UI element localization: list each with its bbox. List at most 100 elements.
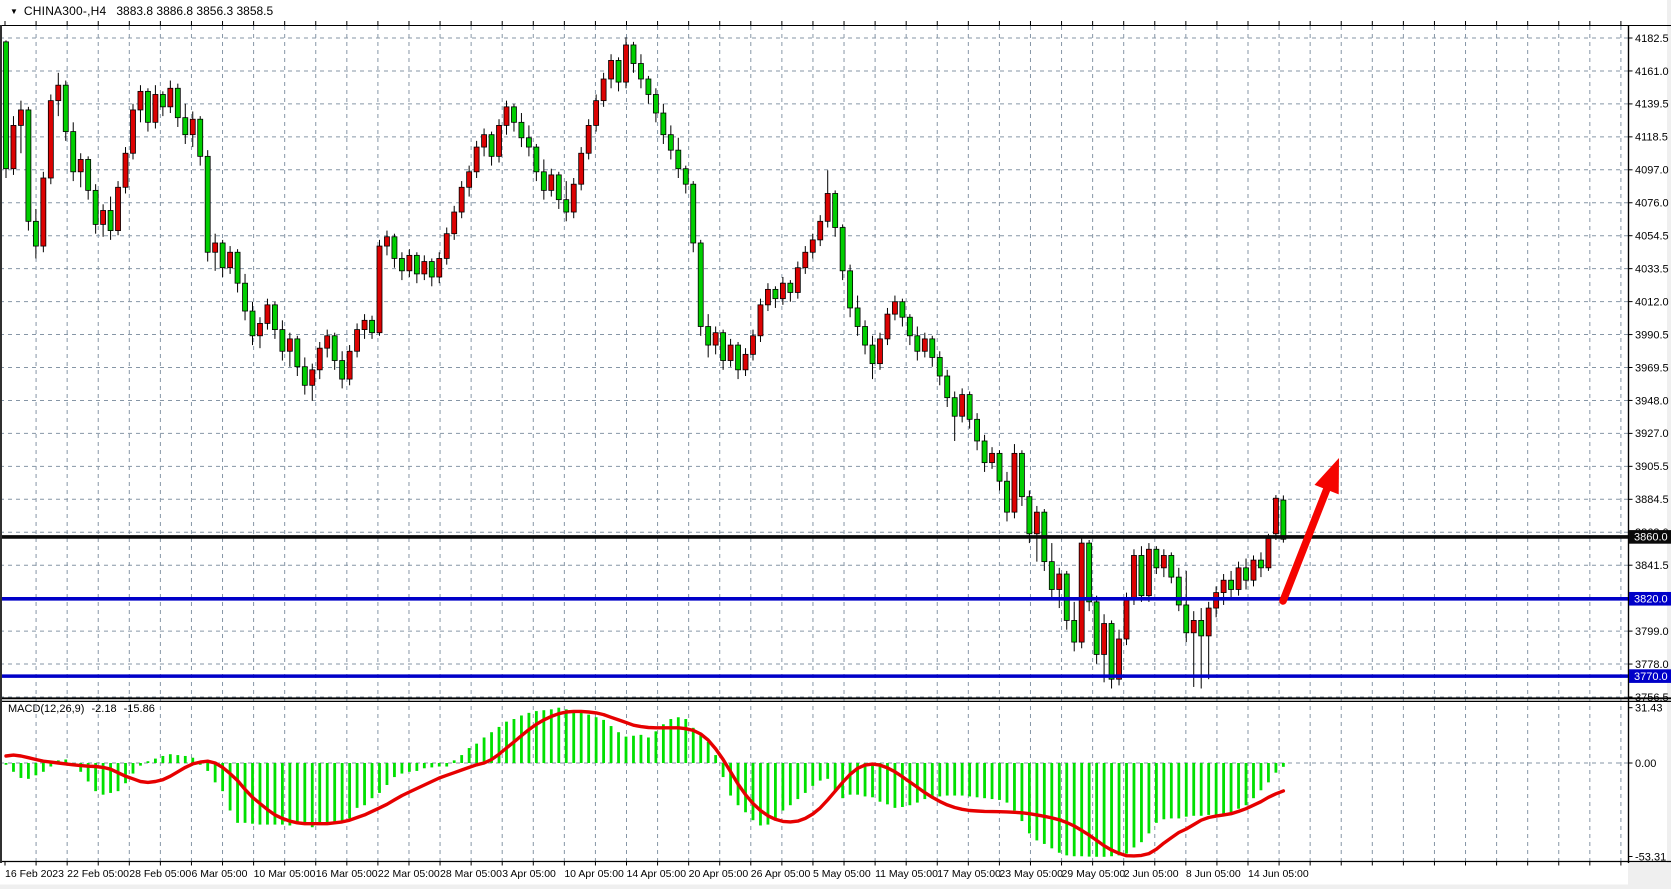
date-axis-label[interactable]: 14 Jun 05:00 [1248, 868, 1309, 880]
date-axis-label[interactable]: 6 Mar 05:00 [191, 868, 247, 880]
candle-body [1124, 599, 1129, 639]
macd-axis-label[interactable]: -53.31 [1635, 851, 1666, 863]
candle-body [422, 262, 427, 274]
macd-histogram-bar [363, 763, 366, 805]
date-axis-label[interactable]: 16 Feb 2023 [5, 868, 64, 880]
candle-body [183, 118, 188, 135]
date-axis-label[interactable]: 10 Mar 05:00 [254, 868, 316, 880]
macd-histogram-bar [430, 763, 433, 767]
macd-histogram-bar [34, 763, 37, 775]
macd-histogram-bar [1267, 763, 1270, 782]
candle-body [497, 125, 502, 156]
macd-histogram-bar [1237, 763, 1240, 809]
price-axis-label[interactable]: 3799.0 [1635, 626, 1669, 638]
macd-histogram-bar [259, 763, 262, 825]
candle-body [564, 200, 569, 212]
price-axis-label[interactable]: 4182.5 [1635, 33, 1669, 45]
macd-histogram-bar [804, 763, 807, 793]
candle-body [848, 271, 853, 308]
candle-body [825, 193, 830, 221]
candle-body [840, 228, 845, 271]
date-axis-label[interactable]: 17 May 05:00 [937, 868, 1001, 880]
date-axis-label[interactable]: 22 Feb 05:00 [67, 868, 129, 880]
candle-body [833, 193, 838, 227]
macd-histogram-bar [722, 763, 725, 777]
macd-histogram-bar [206, 763, 209, 771]
date-axis-label[interactable]: 16 Mar 05:00 [316, 868, 378, 880]
macd-histogram-bar [632, 736, 635, 763]
candle-body [1258, 560, 1263, 568]
macd-histogram-bar [1162, 763, 1165, 819]
macd-histogram-bar [505, 722, 508, 763]
date-axis-label[interactable]: 2 Jun 05:00 [1124, 868, 1179, 880]
price-axis-label[interactable]: 4076.0 [1635, 198, 1669, 210]
date-axis-label[interactable]: 23 May 05:00 [999, 868, 1063, 880]
chart-canvas[interactable]: 4182.5 4161.0 4139.5 4118.5 4097.0 4076.0 4054… [0, 0, 1671, 889]
candle-body [1109, 624, 1114, 680]
macd-histogram-bar [27, 763, 30, 779]
macd-histogram-bar [1275, 763, 1278, 773]
candle-body [1131, 555, 1136, 598]
macd-histogram-bar [296, 763, 299, 823]
candle-body [362, 320, 367, 329]
trading-chart-window: 4182.5 4161.0 4139.5 4118.5 4097.0 4076.0 4054… [0, 0, 1671, 889]
support-line-3770-tag-label: 3770.0 [1634, 671, 1668, 683]
macd-name: MACD(12,26,9) [8, 703, 84, 715]
candle-body [803, 252, 808, 267]
symbol-dropdown-icon[interactable]: ▼ [10, 7, 18, 16]
macd-histogram-bar [811, 763, 814, 786]
macd-histogram-bar [871, 763, 874, 797]
date-axis-label[interactable]: 8 Jun 05:00 [1186, 868, 1241, 880]
macd-histogram-bar [1035, 763, 1038, 840]
macd-histogram-bar [625, 737, 628, 763]
date-axis-label[interactable]: 28 Feb 05:00 [129, 868, 191, 880]
price-axis-label[interactable]: 4033.5 [1635, 263, 1669, 275]
price-axis-label[interactable]: 3927.0 [1635, 428, 1669, 440]
candle-body [1154, 549, 1159, 568]
candle-body [190, 119, 195, 134]
date-axis-label[interactable]: 10 Apr 05:00 [564, 868, 624, 880]
date-axis-label[interactable]: 11 May 05:00 [875, 868, 938, 880]
date-axis-label[interactable]: 14 Apr 05:00 [627, 868, 687, 880]
candle-body [609, 60, 614, 79]
macd-histogram-bar [819, 763, 822, 781]
price-axis-label[interactable]: 4161.0 [1635, 66, 1669, 78]
candle-body [235, 252, 240, 283]
price-axis-label[interactable]: 4012.0 [1635, 296, 1669, 308]
price-axis-label[interactable]: 4097.0 [1635, 165, 1669, 177]
macd-histogram-bar [475, 744, 478, 763]
date-axis-label[interactable]: 26 Apr 05:00 [751, 868, 811, 880]
macd-histogram-bar [154, 759, 157, 763]
bottom-window-strip [0, 885, 1671, 889]
left-window-border [0, 25, 2, 863]
price-axis-label[interactable]: 3948.0 [1635, 395, 1669, 407]
price-axis-label[interactable]: 3990.5 [1635, 329, 1669, 341]
price-axis-label[interactable]: 3905.5 [1635, 461, 1669, 473]
macd-histogram-bar [849, 763, 852, 795]
candle-body [638, 64, 643, 79]
price-axis-label[interactable]: 4054.5 [1635, 231, 1669, 243]
date-axis-label[interactable]: 20 Apr 05:00 [689, 868, 749, 880]
candle-body [915, 336, 920, 351]
price-axis-label[interactable]: 4139.5 [1635, 99, 1669, 111]
price-axis-label[interactable]: 3969.5 [1635, 362, 1669, 374]
macd-histogram-bar [744, 763, 747, 812]
date-axis-label[interactable]: 28 Mar 05:00 [440, 868, 502, 880]
price-axis-label[interactable]: 3778.0 [1635, 659, 1669, 671]
macd-axis-label[interactable]: 31.43 [1635, 702, 1663, 714]
price-axis-label[interactable]: 3884.5 [1635, 494, 1669, 506]
price-axis-label[interactable]: 3841.5 [1635, 560, 1669, 572]
candle-body [1139, 555, 1144, 595]
date-axis-label[interactable]: 3 Apr 05:00 [502, 868, 556, 880]
date-axis-label[interactable]: 29 May 05:00 [1062, 868, 1126, 880]
date-axis-label[interactable]: 5 May 05:00 [813, 868, 871, 880]
macd-histogram-bar [879, 763, 882, 802]
candle-body [751, 336, 756, 355]
price-axis-label[interactable]: 4118.5 [1635, 132, 1668, 144]
date-axis-label[interactable]: 22 Mar 05:00 [378, 868, 440, 880]
candle-body [1019, 453, 1024, 496]
candle-body [1094, 602, 1099, 655]
macd-histogram-bar [1088, 763, 1091, 857]
candle-body [160, 94, 165, 106]
macd-axis-label[interactable]: 0.00 [1635, 758, 1656, 770]
